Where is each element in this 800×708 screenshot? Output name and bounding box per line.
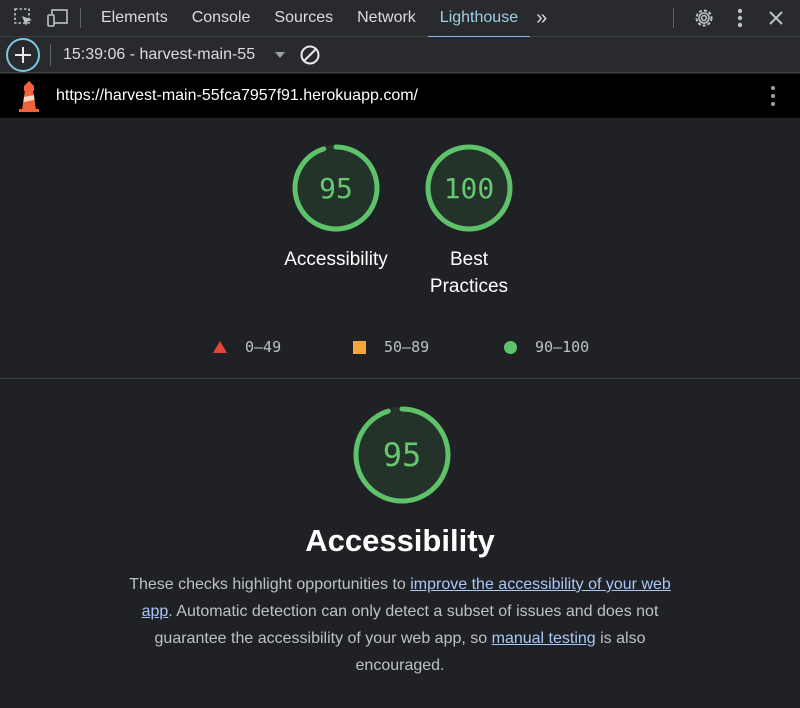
toolbar-divider	[673, 8, 674, 28]
tab-network[interactable]: Network	[345, 0, 428, 37]
tab-console[interactable]: Console	[180, 0, 263, 37]
new-report-button[interactable]	[6, 37, 40, 72]
accessibility-score-value: 95	[319, 171, 353, 205]
best-practices-score-value: 100	[443, 171, 495, 205]
lighthouse-logo-icon	[19, 81, 39, 112]
toolbar-divider	[80, 8, 81, 28]
plus-icon	[15, 46, 31, 63]
accessibility-score-label[interactable]: Accessibility	[266, 246, 406, 273]
category-score-gauge: 95	[352, 405, 452, 505]
tab-lighthouse[interactable]: Lighthouse	[427, 0, 531, 38]
settings-gear-icon[interactable]	[690, 4, 718, 32]
category-title: Accessibility	[305, 523, 495, 558]
tab-sources[interactable]: Sources	[262, 0, 345, 37]
accessibility-score-gauge[interactable]: 95	[291, 143, 381, 233]
score-scale-legend: 0–49 50–89 90–100	[0, 338, 800, 358]
report-menu-icon[interactable]	[770, 86, 776, 106]
inspect-element-icon[interactable]	[10, 4, 38, 32]
best-practices-score-gauge[interactable]: 100	[424, 143, 514, 233]
legend-pass-range: 90–100	[535, 338, 590, 356]
description-text: These checks highlight opportunities to	[129, 576, 411, 593]
category-score-value: 95	[382, 436, 422, 474]
chevron-down-icon	[275, 51, 285, 58]
tab-elements[interactable]: Elements	[89, 0, 180, 37]
legend-fail-range: 0–49	[245, 338, 282, 356]
toolbar-divider	[50, 43, 51, 66]
lighthouse-toolbar: 15:39:06 - harvest-main-55	[0, 37, 800, 73]
legend-pass: 90–100	[504, 338, 589, 356]
more-tabs-button[interactable]: »	[530, 0, 553, 37]
best-practices-score-label[interactable]: Best Practices	[399, 246, 539, 300]
report-selector-label: 15:39:06 - harvest-main-55	[63, 45, 256, 63]
customize-menu-icon[interactable]	[726, 4, 754, 32]
close-icon[interactable]	[762, 4, 790, 32]
report-url-bar: https://harvest-main-55fca7957f91.heroku…	[0, 74, 800, 118]
best-practices-label-line1: Best	[449, 249, 489, 270]
report-url: https://harvest-main-55fca7957f91.heroku…	[56, 87, 418, 104]
block-icon	[300, 45, 320, 64]
clear-reports-button[interactable]	[299, 44, 321, 66]
legend-average: 50–89	[353, 338, 429, 356]
device-toolbar-icon[interactable]	[44, 4, 72, 32]
pass-circle-icon	[504, 340, 517, 354]
legend-average-range: 50–89	[384, 338, 430, 356]
category-description: These checks highlight opportunities to …	[126, 571, 674, 679]
fail-triangle-icon	[213, 341, 227, 353]
legend-fail: 0–49	[213, 338, 281, 356]
average-square-icon	[353, 340, 366, 354]
best-practices-label-line2: Practices	[429, 276, 509, 297]
scores-summary: 95 Accessibility 100 Best Practices 0–49…	[0, 118, 800, 378]
manual-testing-link[interactable]: manual testing	[492, 630, 596, 647]
devtools-tabbar: Elements Console Sources Network Lightho…	[0, 0, 800, 38]
report-selector[interactable]: 15:39:06 - harvest-main-55	[63, 46, 285, 64]
accessibility-category-section: 95 Accessibility These checks highlight …	[0, 379, 800, 708]
